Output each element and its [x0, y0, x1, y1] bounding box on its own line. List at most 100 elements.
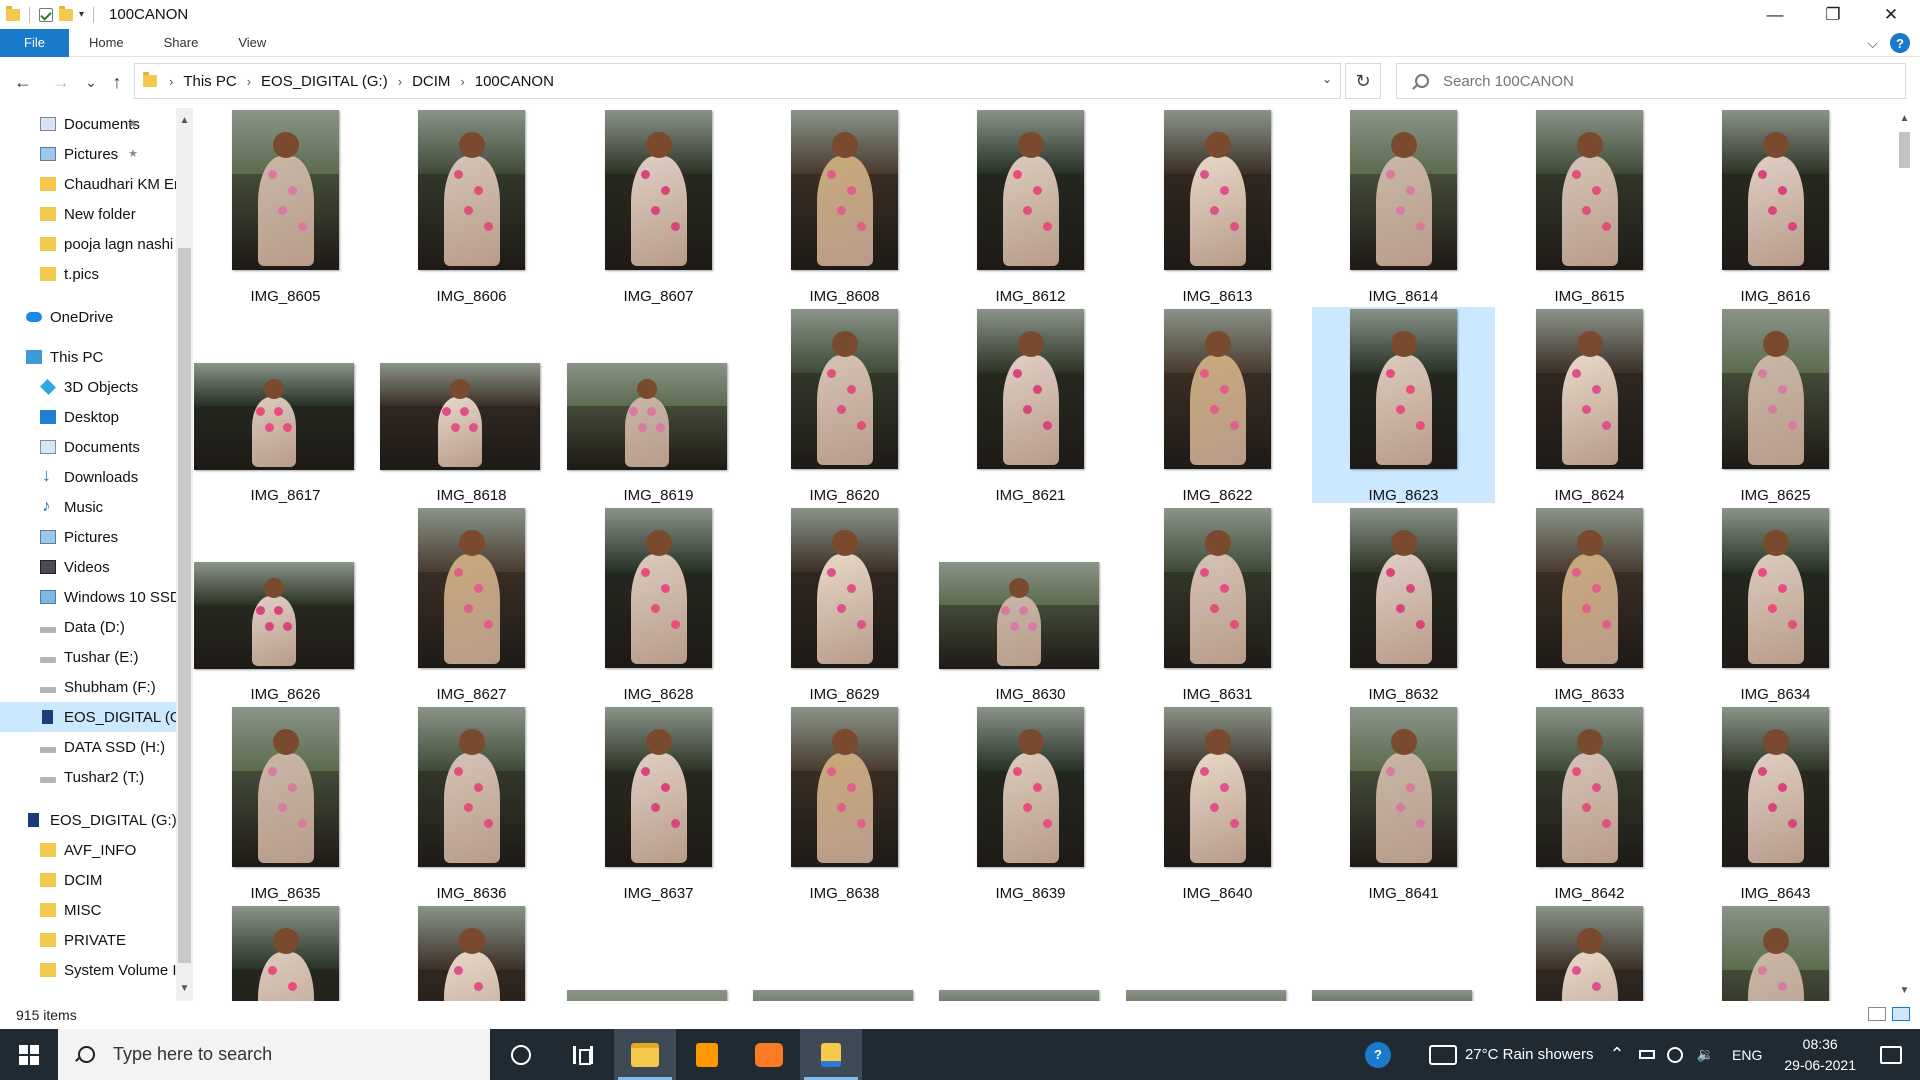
help-icon[interactable]: ?: [1364, 1041, 1391, 1068]
new-folder-icon[interactable]: [59, 5, 73, 21]
large-icons-view-button[interactable]: [1892, 1007, 1910, 1021]
sidebar-item-windows-10-ssd[interactable]: Windows 10 SSD: [0, 582, 176, 612]
breadcrumb-separator[interactable]: ›: [398, 74, 402, 89]
tab-file[interactable]: File: [0, 28, 69, 57]
xampp-taskbar-button[interactable]: [738, 1029, 800, 1080]
file-item[interactable]: IMG_8619: [567, 307, 750, 504]
weather-widget[interactable]: 27°C Rain showers: [1428, 1044, 1594, 1065]
file-item[interactable]: IMG_8635: [194, 705, 377, 902]
clock[interactable]: 08:36 29-06-2021: [1784, 1034, 1856, 1076]
file-item[interactable]: IMG_8634: [1684, 506, 1867, 703]
file-item[interactable]: IMG_8605: [194, 108, 377, 305]
sublime-text-taskbar-button[interactable]: [676, 1029, 738, 1080]
file-grid-scrollbar[interactable]: ▲ ▼: [1896, 108, 1913, 1001]
breadcrumb-100canon[interactable]: 100CANON: [475, 73, 554, 90]
cortana-button[interactable]: [490, 1029, 552, 1080]
file-item[interactable]: IMG_8627: [380, 506, 563, 703]
sidebar-item-pictures[interactable]: Pictures: [0, 522, 176, 552]
breadcrumb-eos-digital[interactable]: EOS_DIGITAL (G:): [261, 73, 388, 90]
expand-ribbon-chevron-icon[interactable]: ⌵: [1867, 35, 1878, 52]
sidebar-item-t-pics[interactable]: t.pics: [0, 259, 176, 289]
sidebar-item-documents[interactable]: Documents: [0, 432, 176, 462]
address-bar[interactable]: › This PC › EOS_DIGITAL (G:) › DCIM › 10…: [134, 63, 1341, 99]
taskbar-search-box[interactable]: Type here to search: [58, 1029, 490, 1080]
start-button[interactable]: [0, 1029, 58, 1080]
file-item[interactable]: IMG_8637: [567, 705, 750, 902]
file-item[interactable]: IMG_8624: [1498, 307, 1681, 504]
back-button[interactable]: ←: [8, 67, 38, 97]
address-dropdown-chevron-icon[interactable]: ⌄: [1322, 72, 1332, 86]
scroll-down-arrow-icon[interactable]: ▼: [176, 980, 193, 997]
properties-icon[interactable]: [39, 7, 53, 22]
file-item[interactable]: IMG_8631: [1126, 506, 1309, 703]
file-item[interactable]: [380, 904, 563, 1001]
sidebar-item-new-folder[interactable]: New folder: [0, 199, 176, 229]
maximize-button[interactable]: ❐: [1804, 0, 1862, 29]
sidebar-item-music[interactable]: Music: [0, 492, 176, 522]
forward-button[interactable]: →: [46, 67, 76, 97]
file-item[interactable]: IMG_8643: [1684, 705, 1867, 902]
breadcrumb-separator[interactable]: ›: [247, 74, 251, 89]
file-item[interactable]: [939, 904, 1122, 1001]
sidebar-item-pooja-lagn-nashi[interactable]: pooja lagn nashi: [0, 229, 176, 259]
file-item[interactable]: IMG_8608: [753, 108, 936, 305]
file-item[interactable]: IMG_8614: [1312, 108, 1495, 305]
sidebar-item-tushar2-t[interactable]: Tushar2 (T:): [0, 762, 176, 792]
file-item[interactable]: IMG_8617: [194, 307, 377, 504]
tab-home[interactable]: Home: [69, 29, 144, 57]
file-item[interactable]: IMG_8622: [1126, 307, 1309, 504]
file-item[interactable]: IMG_8628: [567, 506, 750, 703]
customize-toolbar-chevron-icon[interactable]: ▾: [79, 9, 84, 20]
sidebar-item-data-d[interactable]: Data (D:): [0, 612, 176, 642]
sidebar-item-downloads[interactable]: Downloads: [0, 462, 176, 492]
file-item[interactable]: IMG_8625: [1684, 307, 1867, 504]
file-item[interactable]: IMG_8626: [194, 506, 377, 703]
file-item[interactable]: IMG_8606: [380, 108, 563, 305]
help-icon[interactable]: ?: [1890, 33, 1910, 53]
sidebar-item-private[interactable]: PRIVATE: [0, 925, 176, 955]
file-item[interactable]: IMG_8632: [1312, 506, 1495, 703]
file-item[interactable]: IMG_8636: [380, 705, 563, 902]
file-item[interactable]: [567, 904, 750, 1001]
file-item[interactable]: IMG_8620: [753, 307, 936, 504]
battery-icon[interactable]: [1638, 1050, 1655, 1059]
tab-view[interactable]: View: [218, 29, 286, 57]
up-button[interactable]: ↑: [102, 67, 132, 97]
task-view-button[interactable]: [552, 1029, 614, 1080]
scroll-down-arrow-icon[interactable]: ▼: [1896, 982, 1913, 999]
file-explorer-taskbar-button[interactable]: [614, 1029, 676, 1080]
file-item[interactable]: [1498, 904, 1681, 1001]
notifications-icon[interactable]: [1880, 1045, 1902, 1064]
sidebar-item-eos-digital-g[interactable]: EOS_DIGITAL (G:): [0, 702, 176, 732]
file-item[interactable]: IMG_8640: [1126, 705, 1309, 902]
file-item[interactable]: [753, 904, 936, 1001]
file-item[interactable]: IMG_8615: [1498, 108, 1681, 305]
network-icon[interactable]: [1666, 1046, 1683, 1063]
volume-icon[interactable]: 🔉: [1697, 1046, 1714, 1063]
sidebar-item-tushar-e[interactable]: Tushar (E:): [0, 642, 176, 672]
language-indicator[interactable]: ENG: [1732, 1047, 1762, 1063]
breadcrumb-dcim[interactable]: DCIM: [412, 73, 450, 90]
sidebar-item-misc[interactable]: MISC: [0, 895, 176, 925]
scrollbar-thumb[interactable]: [178, 248, 191, 963]
sidebar-item-3d-objects[interactable]: 3D Objects: [0, 372, 176, 402]
file-item[interactable]: IMG_8630: [939, 506, 1122, 703]
file-item[interactable]: IMG_8612: [939, 108, 1122, 305]
image-viewer-taskbar-button[interactable]: [800, 1029, 862, 1080]
file-item[interactable]: IMG_8639: [939, 705, 1122, 902]
sidebar-item-system-volume-i[interactable]: System Volume I: [0, 955, 176, 985]
sidebar-item-shubham-f[interactable]: Shubham (F:): [0, 672, 176, 702]
sidebar-item-documents[interactable]: Documents ★: [0, 109, 176, 139]
scroll-up-arrow-icon[interactable]: ▲: [1896, 110, 1913, 127]
breadcrumb-separator[interactable]: ›: [460, 74, 464, 89]
sidebar-item-eos-digital-g[interactable]: EOS_DIGITAL (G:): [0, 805, 176, 835]
tab-share[interactable]: Share: [144, 29, 219, 57]
file-item[interactable]: [1126, 904, 1309, 1001]
sidebar-item-data-ssd-h[interactable]: DATA SSD (H:): [0, 732, 176, 762]
file-item[interactable]: IMG_8633: [1498, 506, 1681, 703]
sidebar-item-chaudhari-km-en[interactable]: Chaudhari KM En: [0, 169, 176, 199]
sidebar-item-this-pc[interactable]: This PC: [0, 342, 176, 372]
search-input[interactable]: [1443, 72, 1863, 90]
file-item[interactable]: [1312, 904, 1495, 1001]
sidebar-item-onedrive[interactable]: OneDrive: [0, 302, 176, 332]
